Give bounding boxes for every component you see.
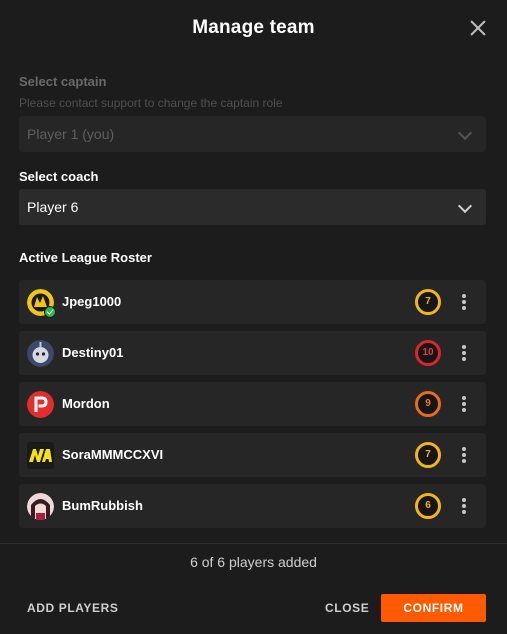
player-name: BumRubbish	[62, 498, 143, 513]
captain-hint: Please contact support to change the cap…	[19, 96, 283, 110]
captain-label: Select captain	[19, 74, 107, 89]
close-button[interactable]: CLOSE	[325, 601, 369, 615]
rank-badge: 9	[415, 391, 441, 417]
footer-divider	[0, 543, 507, 544]
roster-list: Jpeg1000 7 Destiny01 10 Mordon 9 SoraMMM…	[19, 280, 486, 535]
verified-check-icon	[44, 306, 56, 318]
player-name: SoraMMMCCXVI	[62, 447, 164, 462]
list-item[interactable]: BumRubbish 6	[19, 484, 486, 528]
rank-badge: 10	[415, 340, 441, 366]
list-item[interactable]: Mordon 9	[19, 382, 486, 426]
coach-select-value: Player 6	[27, 199, 79, 215]
more-options-icon[interactable]	[462, 447, 466, 463]
rank-badge: 7	[415, 442, 441, 468]
close-icon[interactable]	[469, 19, 487, 37]
list-item[interactable]: Jpeg1000 7	[19, 280, 486, 324]
player-name: Jpeg1000	[62, 294, 122, 309]
avatar	[27, 391, 54, 418]
more-options-icon[interactable]	[462, 396, 466, 412]
chevron-down-icon	[457, 198, 473, 214]
captain-select: Player 1 (you)	[19, 116, 486, 152]
avatar	[27, 340, 54, 367]
modal-header: Manage team	[0, 0, 507, 58]
list-item[interactable]: Destiny01 10	[19, 331, 486, 375]
rank-badge: 7	[415, 289, 441, 315]
player-name: Mordon	[62, 396, 110, 411]
player-name: Destiny01	[62, 345, 124, 360]
coach-label: Select coach	[19, 169, 99, 184]
avatar	[27, 442, 54, 469]
add-players-button[interactable]: ADD PLAYERS	[27, 601, 119, 615]
list-item[interactable]: SoraMMMCCXVI 7	[19, 433, 486, 477]
more-options-icon[interactable]	[462, 294, 466, 310]
rank-badge: 6	[415, 493, 441, 519]
captain-select-value: Player 1 (you)	[27, 126, 115, 142]
roster-label: Active League Roster	[19, 250, 152, 265]
players-count: 6 of 6 players added	[190, 554, 317, 570]
coach-select[interactable]: Player 6	[19, 189, 486, 225]
confirm-button[interactable]: CONFIRM	[381, 594, 486, 622]
avatar	[27, 493, 54, 520]
manage-team-modal: Manage team Select captain Please contac…	[0, 0, 507, 634]
more-options-icon[interactable]	[462, 498, 466, 514]
modal-title: Manage team	[192, 17, 315, 38]
chevron-down-icon	[457, 125, 473, 141]
more-options-icon[interactable]	[462, 345, 466, 361]
